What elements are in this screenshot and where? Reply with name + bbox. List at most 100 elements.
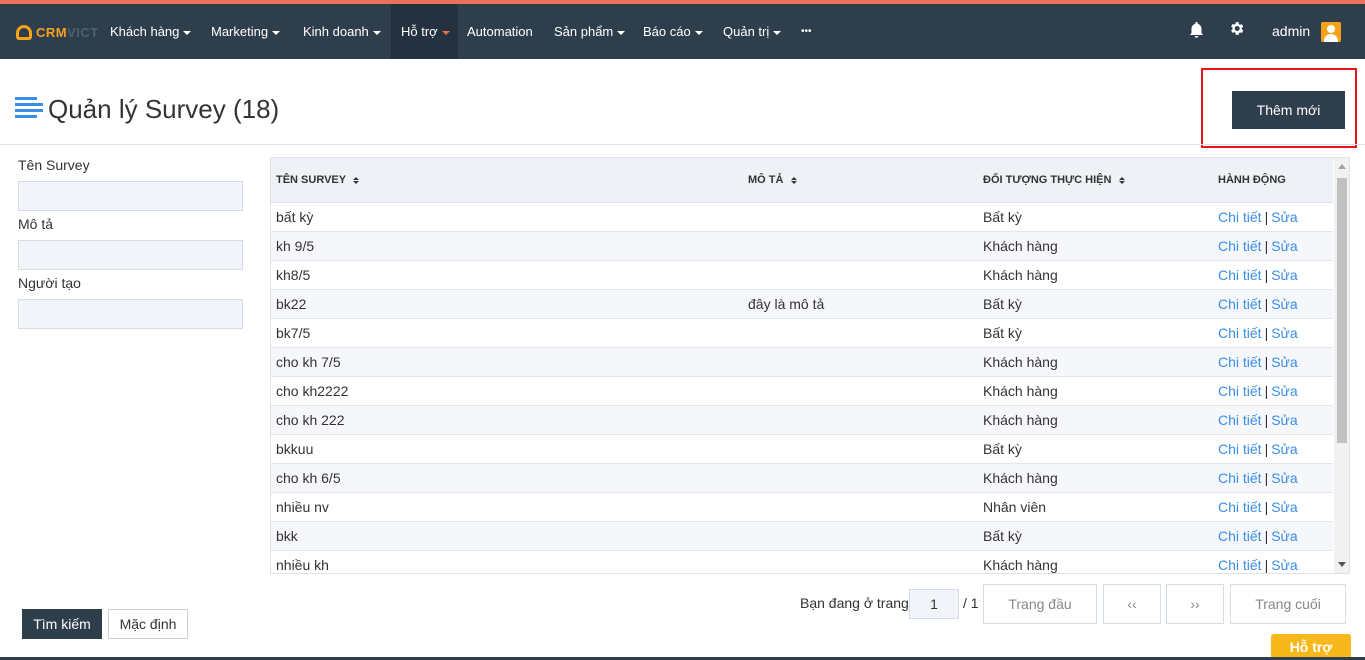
cell-name: nhiều nv [276, 499, 329, 515]
nav-more-button[interactable]: ••• [801, 4, 812, 59]
detail-link[interactable]: Chi tiết [1218, 441, 1262, 457]
cell-target: Khách hàng [983, 557, 1058, 573]
cell-name: kh 9/5 [276, 238, 315, 254]
action-separator: | [1264, 296, 1269, 312]
edit-link[interactable]: Sửa [1271, 325, 1298, 341]
table-row: cho kh 7/5 Khách hàng Chi tiết | Sửa [271, 348, 1333, 377]
cell-target: Bất kỳ [983, 325, 1022, 341]
edit-link[interactable]: Sửa [1271, 412, 1298, 428]
first-page-button[interactable]: Trang đầu [983, 584, 1097, 624]
header-label: TÊN SURVEY [276, 174, 346, 186]
filter-desc-label: Mô tả [18, 216, 54, 232]
cell-name: bất kỳ [276, 209, 314, 225]
edit-link[interactable]: Sửa [1271, 354, 1298, 370]
nav-item-quan-tri[interactable]: Quản trị [723, 4, 782, 59]
nav-item-bao-cao[interactable]: Báo cáo [643, 4, 703, 59]
cell-target: Khách hàng [983, 412, 1058, 428]
edit-link[interactable]: Sửa [1271, 557, 1298, 573]
cell-actions: Chi tiết | Sửa [1218, 319, 1298, 347]
table-header: TÊN SURVEY MÔ TẢ ĐỐI TƯỢNG THỰC HIỆN HÀN… [271, 158, 1333, 203]
detail-link[interactable]: Chi tiết [1218, 267, 1262, 283]
table-row: cho kh 6/5 Khách hàng Chi tiết | Sửa [271, 464, 1333, 493]
scroll-down-icon[interactable] [1338, 562, 1346, 567]
cell-actions: Chi tiết | Sửa [1218, 232, 1298, 260]
column-header-action: HÀNH ĐỘNG [1218, 158, 1286, 203]
detail-link[interactable]: Chi tiết [1218, 325, 1262, 341]
nav-label: Kinh doanh [303, 24, 369, 39]
nav-item-marketing[interactable]: Marketing [211, 4, 281, 59]
edit-link[interactable]: Sửa [1271, 528, 1298, 544]
detail-link[interactable]: Chi tiết [1218, 528, 1262, 544]
detail-link[interactable]: Chi tiết [1218, 209, 1262, 225]
nav-item-san-pham[interactable]: Sản phẩm [554, 4, 626, 59]
chevron-down-icon [372, 30, 381, 35]
cell-target: Khách hàng [983, 470, 1058, 486]
avatar-body [1324, 34, 1338, 42]
cell-actions: Chi tiết | Sửa [1218, 377, 1298, 405]
filter-creator-input[interactable] [18, 299, 243, 329]
cell-name: bk7/5 [276, 325, 311, 341]
nav-item-automation[interactable]: Automation [467, 4, 533, 59]
nav-label: Automation [467, 24, 533, 39]
avatar[interactable] [1321, 22, 1341, 42]
table-row: kh8/5 Khách hàng Chi tiết | Sửa [271, 261, 1333, 290]
filter-creator-label: Người tạo [18, 275, 81, 291]
header-label: ĐỐI TƯỢNG THỰC HIỆN [983, 174, 1112, 186]
search-button[interactable]: Tìm kiếm [22, 609, 102, 639]
brand-logo[interactable]: CRM VICT [16, 23, 99, 41]
cell-target: Khách hàng [983, 267, 1058, 283]
column-header-target[interactable]: ĐỐI TƯỢNG THỰC HIỆN [983, 158, 1125, 203]
nav-item-kinh-doanh[interactable]: Kinh doanh [303, 4, 381, 59]
edit-link[interactable]: Sửa [1271, 383, 1298, 399]
detail-link[interactable]: Chi tiết [1218, 470, 1262, 486]
chevron-down-icon [441, 30, 450, 35]
nav-label: Báo cáo [643, 24, 691, 39]
detail-link[interactable]: Chi tiết [1218, 354, 1262, 370]
edit-link[interactable]: Sửa [1271, 238, 1298, 254]
last-page-button[interactable]: Trang cuối [1230, 584, 1346, 624]
reset-default-button[interactable]: Mặc định [108, 609, 188, 639]
edit-link[interactable]: Sửa [1271, 499, 1298, 515]
nav-label: Marketing [211, 24, 269, 39]
edit-link[interactable]: Sửa [1271, 209, 1298, 225]
nav-item-khach-hang[interactable]: Khách hàng [110, 4, 192, 59]
user-name[interactable]: admin [1272, 4, 1310, 59]
nav-label: Quản trị [723, 24, 770, 39]
title-divider [0, 144, 1365, 145]
add-new-button[interactable]: Thêm mới [1232, 91, 1345, 129]
edit-link[interactable]: Sửa [1271, 470, 1298, 486]
filter-name-input[interactable] [18, 181, 243, 211]
table-row: bkk Bất kỳ Chi tiết | Sửa [271, 522, 1333, 551]
detail-link[interactable]: Chi tiết [1218, 383, 1262, 399]
page-title: Quản lý Survey (18) [48, 94, 280, 124]
cell-target: Nhân viên [983, 499, 1047, 515]
nav-label: Hỗ trợ [401, 24, 438, 39]
next-page-button[interactable]: ›› [1166, 584, 1224, 624]
nav-item-ho-tro[interactable]: Hỗ trợ [391, 4, 458, 59]
detail-link[interactable]: Chi tiết [1218, 557, 1262, 573]
table-row: bk22 đây là mô tả Bất kỳ Chi tiết | Sửa [271, 290, 1333, 319]
action-separator: | [1264, 383, 1269, 399]
scrollbar-thumb[interactable] [1337, 178, 1347, 443]
bell-icon[interactable] [1188, 21, 1205, 44]
column-header-name[interactable]: TÊN SURVEY [276, 158, 359, 203]
detail-link[interactable]: Chi tiết [1218, 238, 1262, 254]
cell-actions: Chi tiết | Sửa [1218, 522, 1298, 550]
action-separator: | [1264, 557, 1269, 573]
table-scrollbar[interactable] [1334, 158, 1349, 573]
chevron-down-icon [617, 30, 626, 35]
scroll-up-icon[interactable] [1338, 164, 1346, 169]
page-number-input[interactable]: 1 [909, 589, 959, 619]
filter-desc-input[interactable] [18, 240, 243, 270]
gear-icon[interactable] [1228, 20, 1245, 42]
column-header-desc[interactable]: MÔ TẢ [748, 158, 797, 203]
cell-target: Khách hàng [983, 383, 1058, 399]
prev-page-button[interactable]: ‹‹ [1103, 584, 1161, 624]
detail-link[interactable]: Chi tiết [1218, 296, 1262, 312]
edit-link[interactable]: Sửa [1271, 441, 1298, 457]
detail-link[interactable]: Chi tiết [1218, 499, 1262, 515]
table-row: bk7/5 Bất kỳ Chi tiết | Sửa [271, 319, 1333, 348]
edit-link[interactable]: Sửa [1271, 267, 1298, 283]
edit-link[interactable]: Sửa [1271, 296, 1298, 312]
detail-link[interactable]: Chi tiết [1218, 412, 1262, 428]
